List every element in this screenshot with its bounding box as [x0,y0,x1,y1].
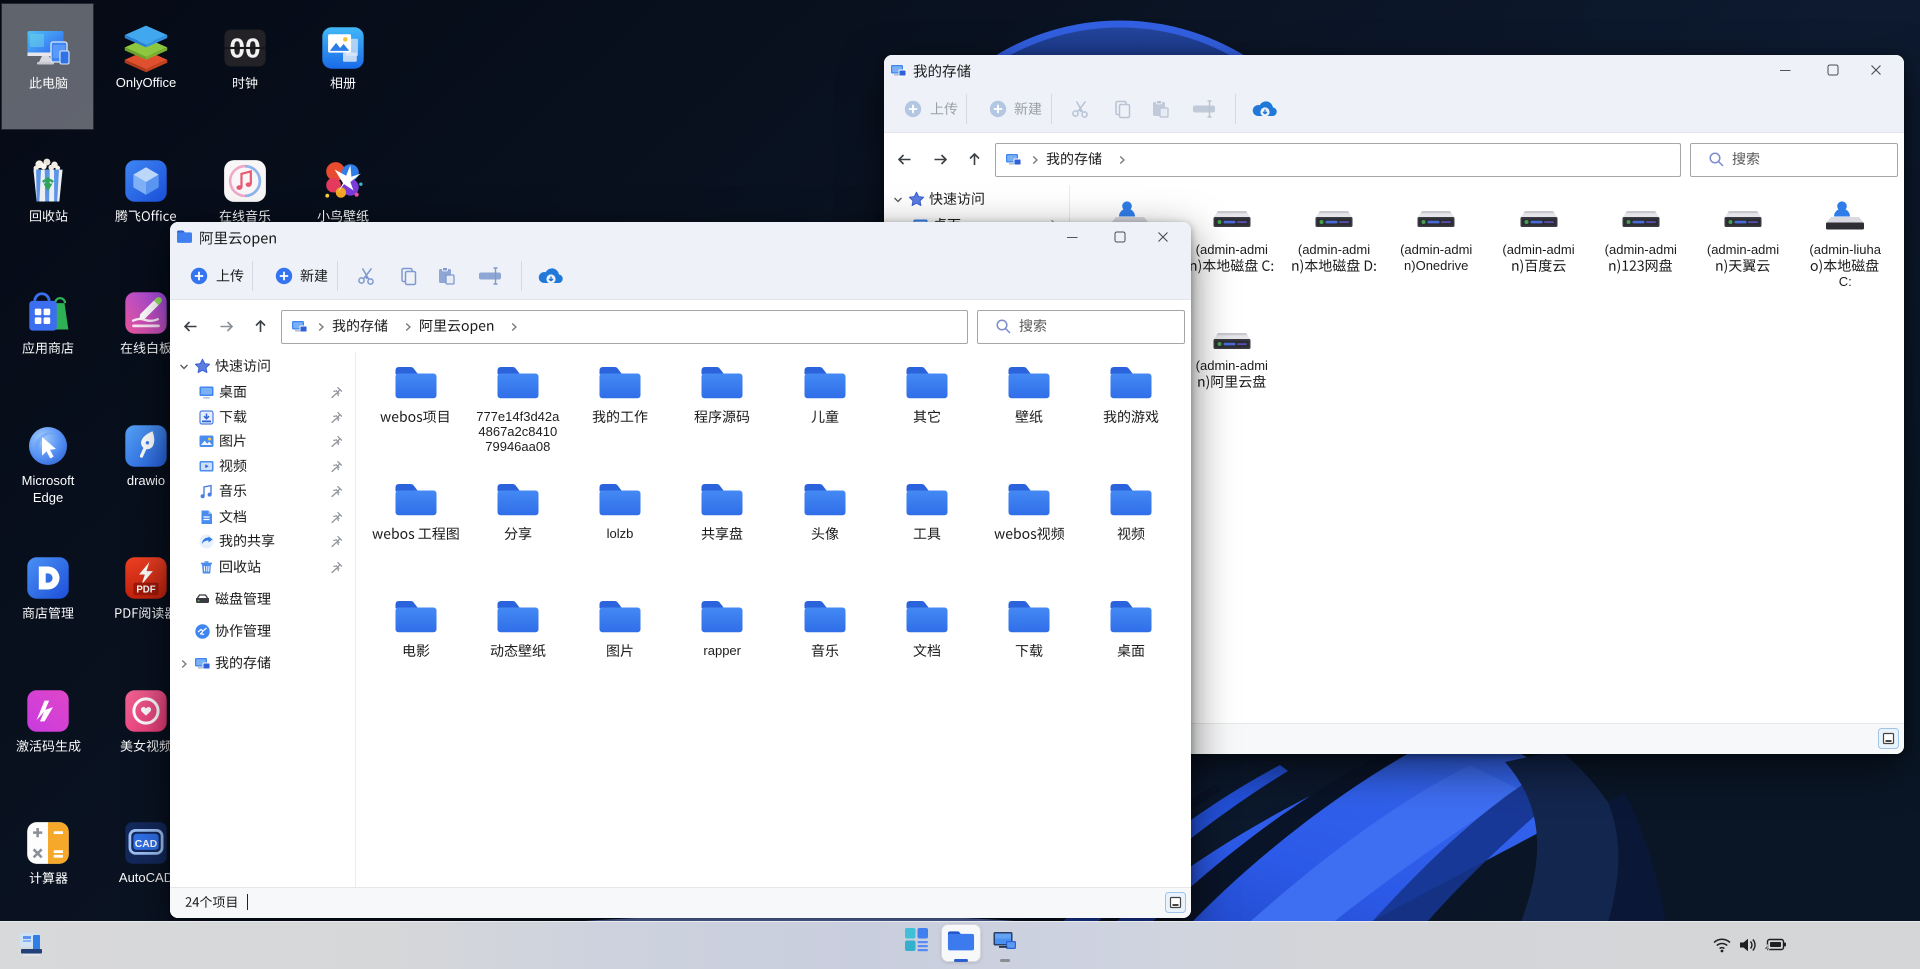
svg-text:CAD: CAD [135,839,158,850]
svg-text:PDF: PDF [136,584,155,595]
